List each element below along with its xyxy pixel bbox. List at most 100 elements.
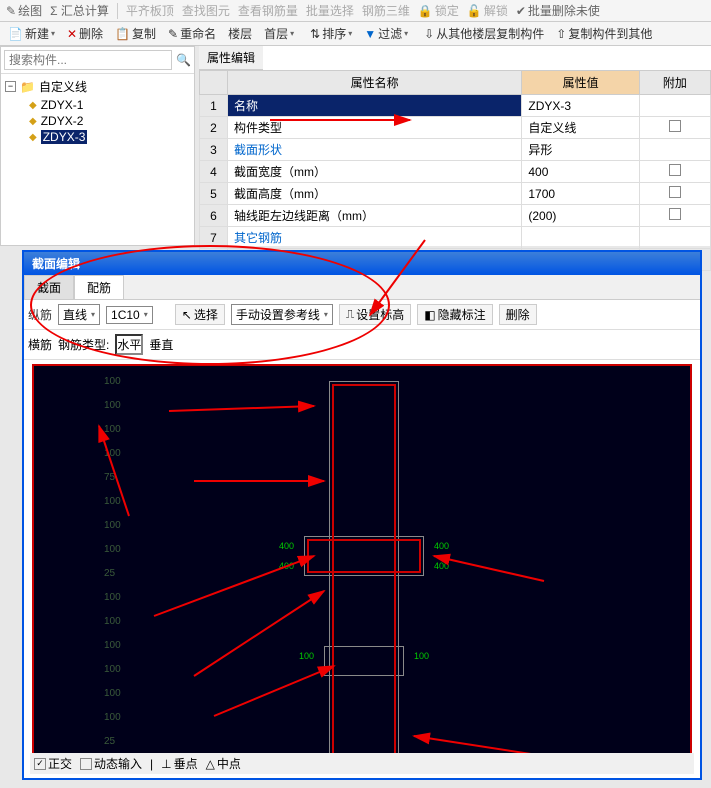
property-row[interactable]: 4 截面宽度（mm） 400 <box>200 161 711 183</box>
grid-value: 100 <box>104 688 121 699</box>
row-number: 2 <box>200 117 228 139</box>
prop-extra[interactable] <box>639 117 710 139</box>
property-row[interactable]: 6 轴线距左边线距离（mm） (200) <box>200 205 711 227</box>
search-input[interactable] <box>4 50 172 70</box>
midpoint-snap-toggle[interactable]: △中点 <box>206 755 241 772</box>
tree-item-zdyx-3[interactable]: ◆ZDYX-3 <box>29 129 190 145</box>
status-separator: | <box>150 757 153 771</box>
perp-icon: ⊥ <box>161 757 171 771</box>
prop-extra[interactable] <box>639 183 710 205</box>
unlock-button[interactable]: 🔓解锁 <box>465 1 510 20</box>
tree-item-zdyx-2[interactable]: ◆ZDYX-2 <box>29 113 190 129</box>
prop-name: 名称 <box>228 95 522 117</box>
hide-annotation-button[interactable]: ◧隐藏标注 <box>417 304 492 325</box>
grid-labels: 1001001001007510010010025100100100100100… <box>44 366 84 762</box>
rebar-outline <box>307 539 421 573</box>
top-toolbar-1: ✎绘图 Σ 汇总计算 平齐板顶 查找图元 查看钢筋量 批量选择 钢筋三维 🔒锁定… <box>0 0 711 22</box>
lock-button[interactable]: 🔒锁定 <box>416 1 461 20</box>
prop-value[interactable]: 400 <box>522 161 639 183</box>
col-extra: 附加 <box>639 71 710 95</box>
prop-extra[interactable] <box>639 161 710 183</box>
grid-value: 100 <box>104 712 121 723</box>
property-row[interactable]: 5 截面高度（mm） 1700 <box>200 183 711 205</box>
grid-value: 100 <box>104 376 121 387</box>
collapse-icon[interactable]: − <box>5 81 16 92</box>
prop-value[interactable]: 1700 <box>522 183 639 205</box>
item-icon: ◆ <box>29 116 37 127</box>
delete-button[interactable]: ✕删除 <box>63 24 107 43</box>
prop-extra[interactable] <box>639 95 710 117</box>
property-row[interactable]: 7 其它钢筋 <box>200 227 711 249</box>
search-icon[interactable]: 🔍 <box>176 53 191 67</box>
copy-from-other-button[interactable]: ⇩从其他楼层复制构件 <box>420 24 548 43</box>
view-original-button[interactable]: 查找图元 <box>180 1 232 20</box>
summary-button[interactable]: Σ 汇总计算 <box>48 1 111 20</box>
item-icon: ◆ <box>29 100 37 111</box>
property-tab[interactable]: 属性编辑 <box>199 46 263 70</box>
grid-value: 75 <box>104 472 115 483</box>
batch-select-button[interactable]: 批量选择 <box>304 1 356 20</box>
lock-icon: 🔒 <box>418 4 433 18</box>
grid-value: 100 <box>104 592 121 603</box>
prop-value[interactable]: ZDYX-3 <box>522 95 639 117</box>
delete-icon: ✕ <box>67 27 77 41</box>
tree-item-zdyx-1[interactable]: ◆ZDYX-1 <box>29 97 190 113</box>
copy-button[interactable]: 📋复制 <box>111 24 160 43</box>
prop-name: 构件类型 <box>228 117 522 139</box>
checkbox-icon: ✓ <box>34 758 46 770</box>
hide-icon: ◧ <box>424 308 435 322</box>
row-number: 3 <box>200 139 228 161</box>
property-row[interactable]: 1 名称 ZDYX-3 <box>200 95 711 117</box>
row-header <box>200 71 228 95</box>
row-number: 4 <box>200 161 228 183</box>
prop-name: 轴线距左边线距离（mm） <box>228 205 522 227</box>
prop-value[interactable]: 异形 <box>522 139 639 161</box>
prop-name: 截面宽度（mm） <box>228 161 522 183</box>
perp-snap-toggle[interactable]: ⊥垂点 <box>161 755 197 772</box>
filter-icon: ▼ <box>364 27 376 41</box>
col-value: 属性值 <box>522 71 639 95</box>
dimension-label: 400 <box>434 541 449 551</box>
rename-icon: ✎ <box>168 27 178 41</box>
draw-button[interactable]: ✎绘图 <box>4 1 44 20</box>
prop-name: 截面形状 <box>228 139 522 161</box>
dynamic-input-toggle[interactable]: 动态输入 <box>80 755 142 772</box>
ortho-toggle[interactable]: ✓正交 <box>34 755 72 772</box>
prop-extra[interactable] <box>639 205 710 227</box>
rebar-3d-button[interactable]: 钢筋三维 <box>360 1 412 20</box>
drawing-canvas[interactable]: 1001001001007510010010025100100100100100… <box>32 364 692 764</box>
flat-top-button[interactable]: 平齐板顶 <box>124 1 176 20</box>
delete-button-2[interactable]: 删除 <box>499 304 537 325</box>
grid-value: 100 <box>104 496 121 507</box>
rename-button[interactable]: ✎重命名 <box>164 24 220 43</box>
checkbox-icon <box>80 758 92 770</box>
sort-button[interactable]: ⇅排序▾ <box>306 24 356 43</box>
grid-value: 100 <box>104 424 121 435</box>
property-row[interactable]: 2 构件类型 自定义线 <box>200 117 711 139</box>
prop-name: 截面高度（mm） <box>228 183 522 205</box>
property-row[interactable]: 3 截面形状 异形 <box>200 139 711 161</box>
dropdown-icon: ▾ <box>51 29 55 38</box>
folder-icon: 📁 <box>20 80 35 94</box>
new-button[interactable]: 📄新建▾ <box>4 24 59 43</box>
grid-value: 100 <box>104 664 121 675</box>
batch-delete-button[interactable]: ✔批量删除未使 <box>514 1 602 20</box>
new-icon: 📄 <box>8 27 23 41</box>
prop-value[interactable] <box>522 227 639 249</box>
prop-value[interactable]: (200) <box>522 205 639 227</box>
grid-value: 100 <box>104 544 121 555</box>
floor-combo[interactable]: 首层▾ <box>260 24 298 43</box>
copy-icon: 📋 <box>115 27 130 41</box>
filter-button[interactable]: ▼过滤▾ <box>360 24 412 43</box>
copy-to-other-button[interactable]: ⇧复制构件到其他 <box>552 24 656 43</box>
grid-value: 25 <box>104 736 115 747</box>
grid-value: 100 <box>104 400 121 411</box>
prop-value[interactable]: 自定义线 <box>522 117 639 139</box>
main-area: 🔍 − 📁 自定义线 ◆ZDYX-1 ◆ZDYX-2 ◆ZDYX-3 属性编辑 … <box>0 46 711 246</box>
tree-root[interactable]: − 📁 自定义线 <box>5 78 190 95</box>
prop-extra[interactable] <box>639 227 710 249</box>
prop-extra[interactable] <box>639 139 710 161</box>
dimension-label: 400 <box>279 541 294 551</box>
dimension-label: 400 <box>434 561 449 571</box>
view-rebar-button[interactable]: 查看钢筋量 <box>236 1 300 20</box>
